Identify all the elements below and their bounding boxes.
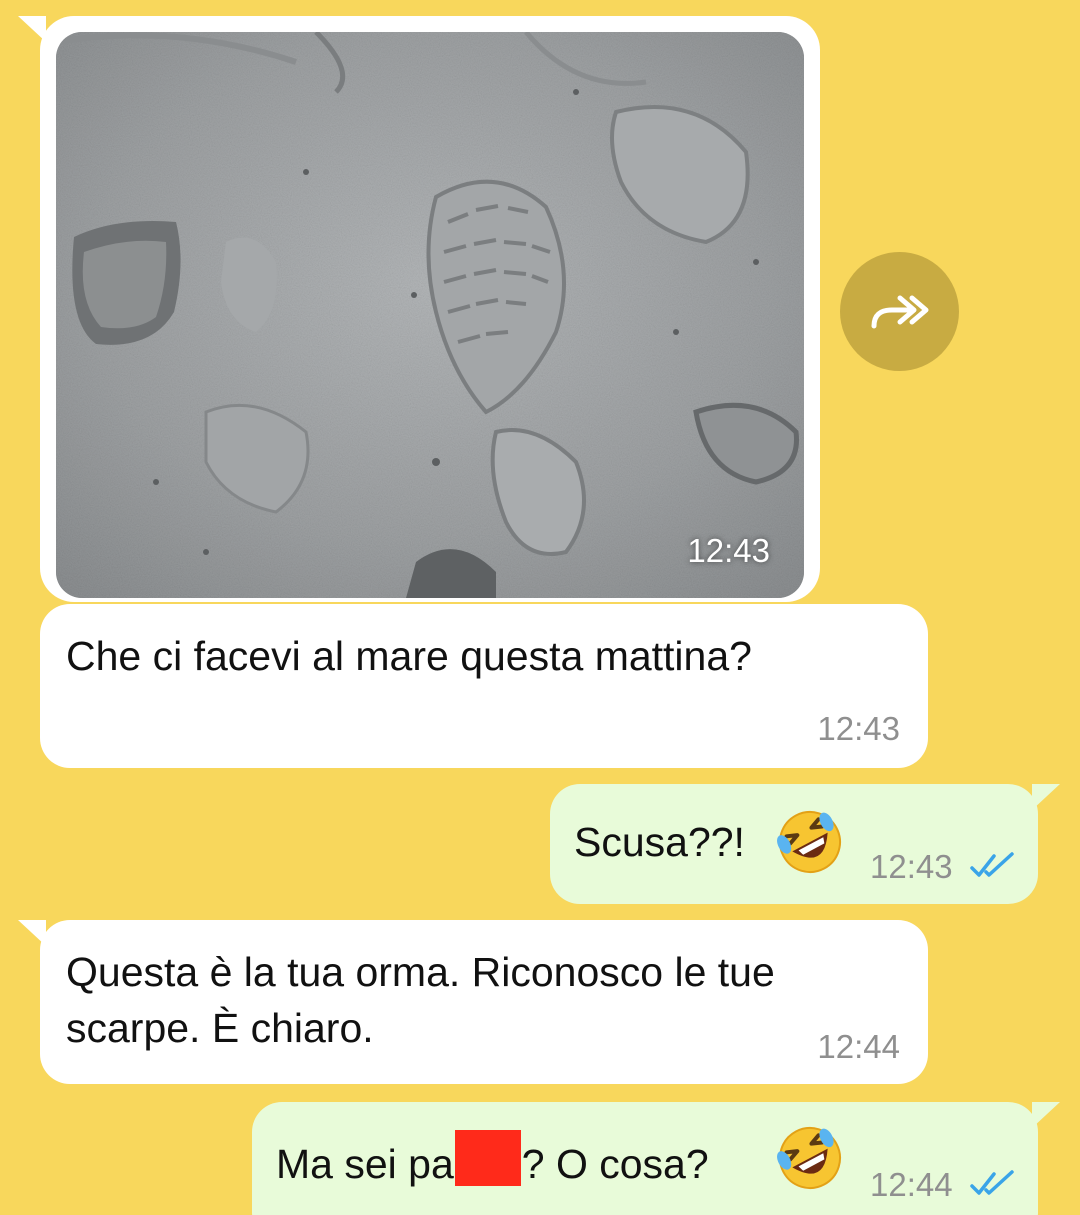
forward-button[interactable]: [840, 252, 959, 371]
message-time: 12:44: [870, 1166, 953, 1203]
incoming-message-bubble[interactable]: Che ci facevi al mare questa mattina? 12…: [40, 604, 928, 768]
bubble-tail: [18, 16, 46, 42]
redaction-box: [454, 1130, 521, 1186]
outgoing-message-bubble[interactable]: Scusa??! 12:43: [550, 784, 1060, 904]
message-text-before-redaction: Ma sei pa: [276, 1141, 454, 1187]
bubble-tail: [1032, 1102, 1060, 1128]
bubble-tail: [18, 920, 46, 946]
message-text: Che ci facevi al mare questa mattina?: [66, 633, 752, 679]
message-time: 12:43: [687, 532, 770, 569]
bubble-tail: [1032, 784, 1060, 810]
image-message-bubble[interactable]: 12:43: [18, 16, 820, 602]
message-text-after-redaction: ? O cosa?: [521, 1141, 709, 1187]
double-check-read-icon: [970, 852, 1014, 877]
photo-sand-footprints: [56, 32, 804, 598]
message-text: Ma sei pa ? O cosa?: [276, 1130, 709, 1192]
message-time: 12:43: [870, 848, 953, 885]
outgoing-message-bubble[interactable]: Ma sei pa ? O cosa? 12:44: [252, 1102, 1060, 1215]
rolling-on-floor-laughing-emoji: [777, 811, 841, 873]
message-text-line-1: Questa è la tua orma. Riconosco le tue: [66, 949, 775, 995]
rolling-on-floor-laughing-emoji: [777, 1127, 841, 1189]
message-time: 12:43: [817, 710, 900, 747]
message-text-line-2: scarpe. È chiaro.: [66, 1005, 374, 1051]
chat-background: 12:43 Che ci facevi al mare questa matti…: [0, 0, 1080, 1215]
incoming-message-bubble[interactable]: Questa è la tua orma. Riconosco le tue s…: [18, 920, 928, 1084]
message-text: Scusa??!: [574, 819, 745, 865]
shared-photo[interactable]: 12:43: [56, 32, 804, 598]
message-time: 12:44: [817, 1028, 900, 1065]
double-check-read-icon: [970, 1170, 1014, 1195]
forward-arrow-icon: [871, 295, 928, 328]
